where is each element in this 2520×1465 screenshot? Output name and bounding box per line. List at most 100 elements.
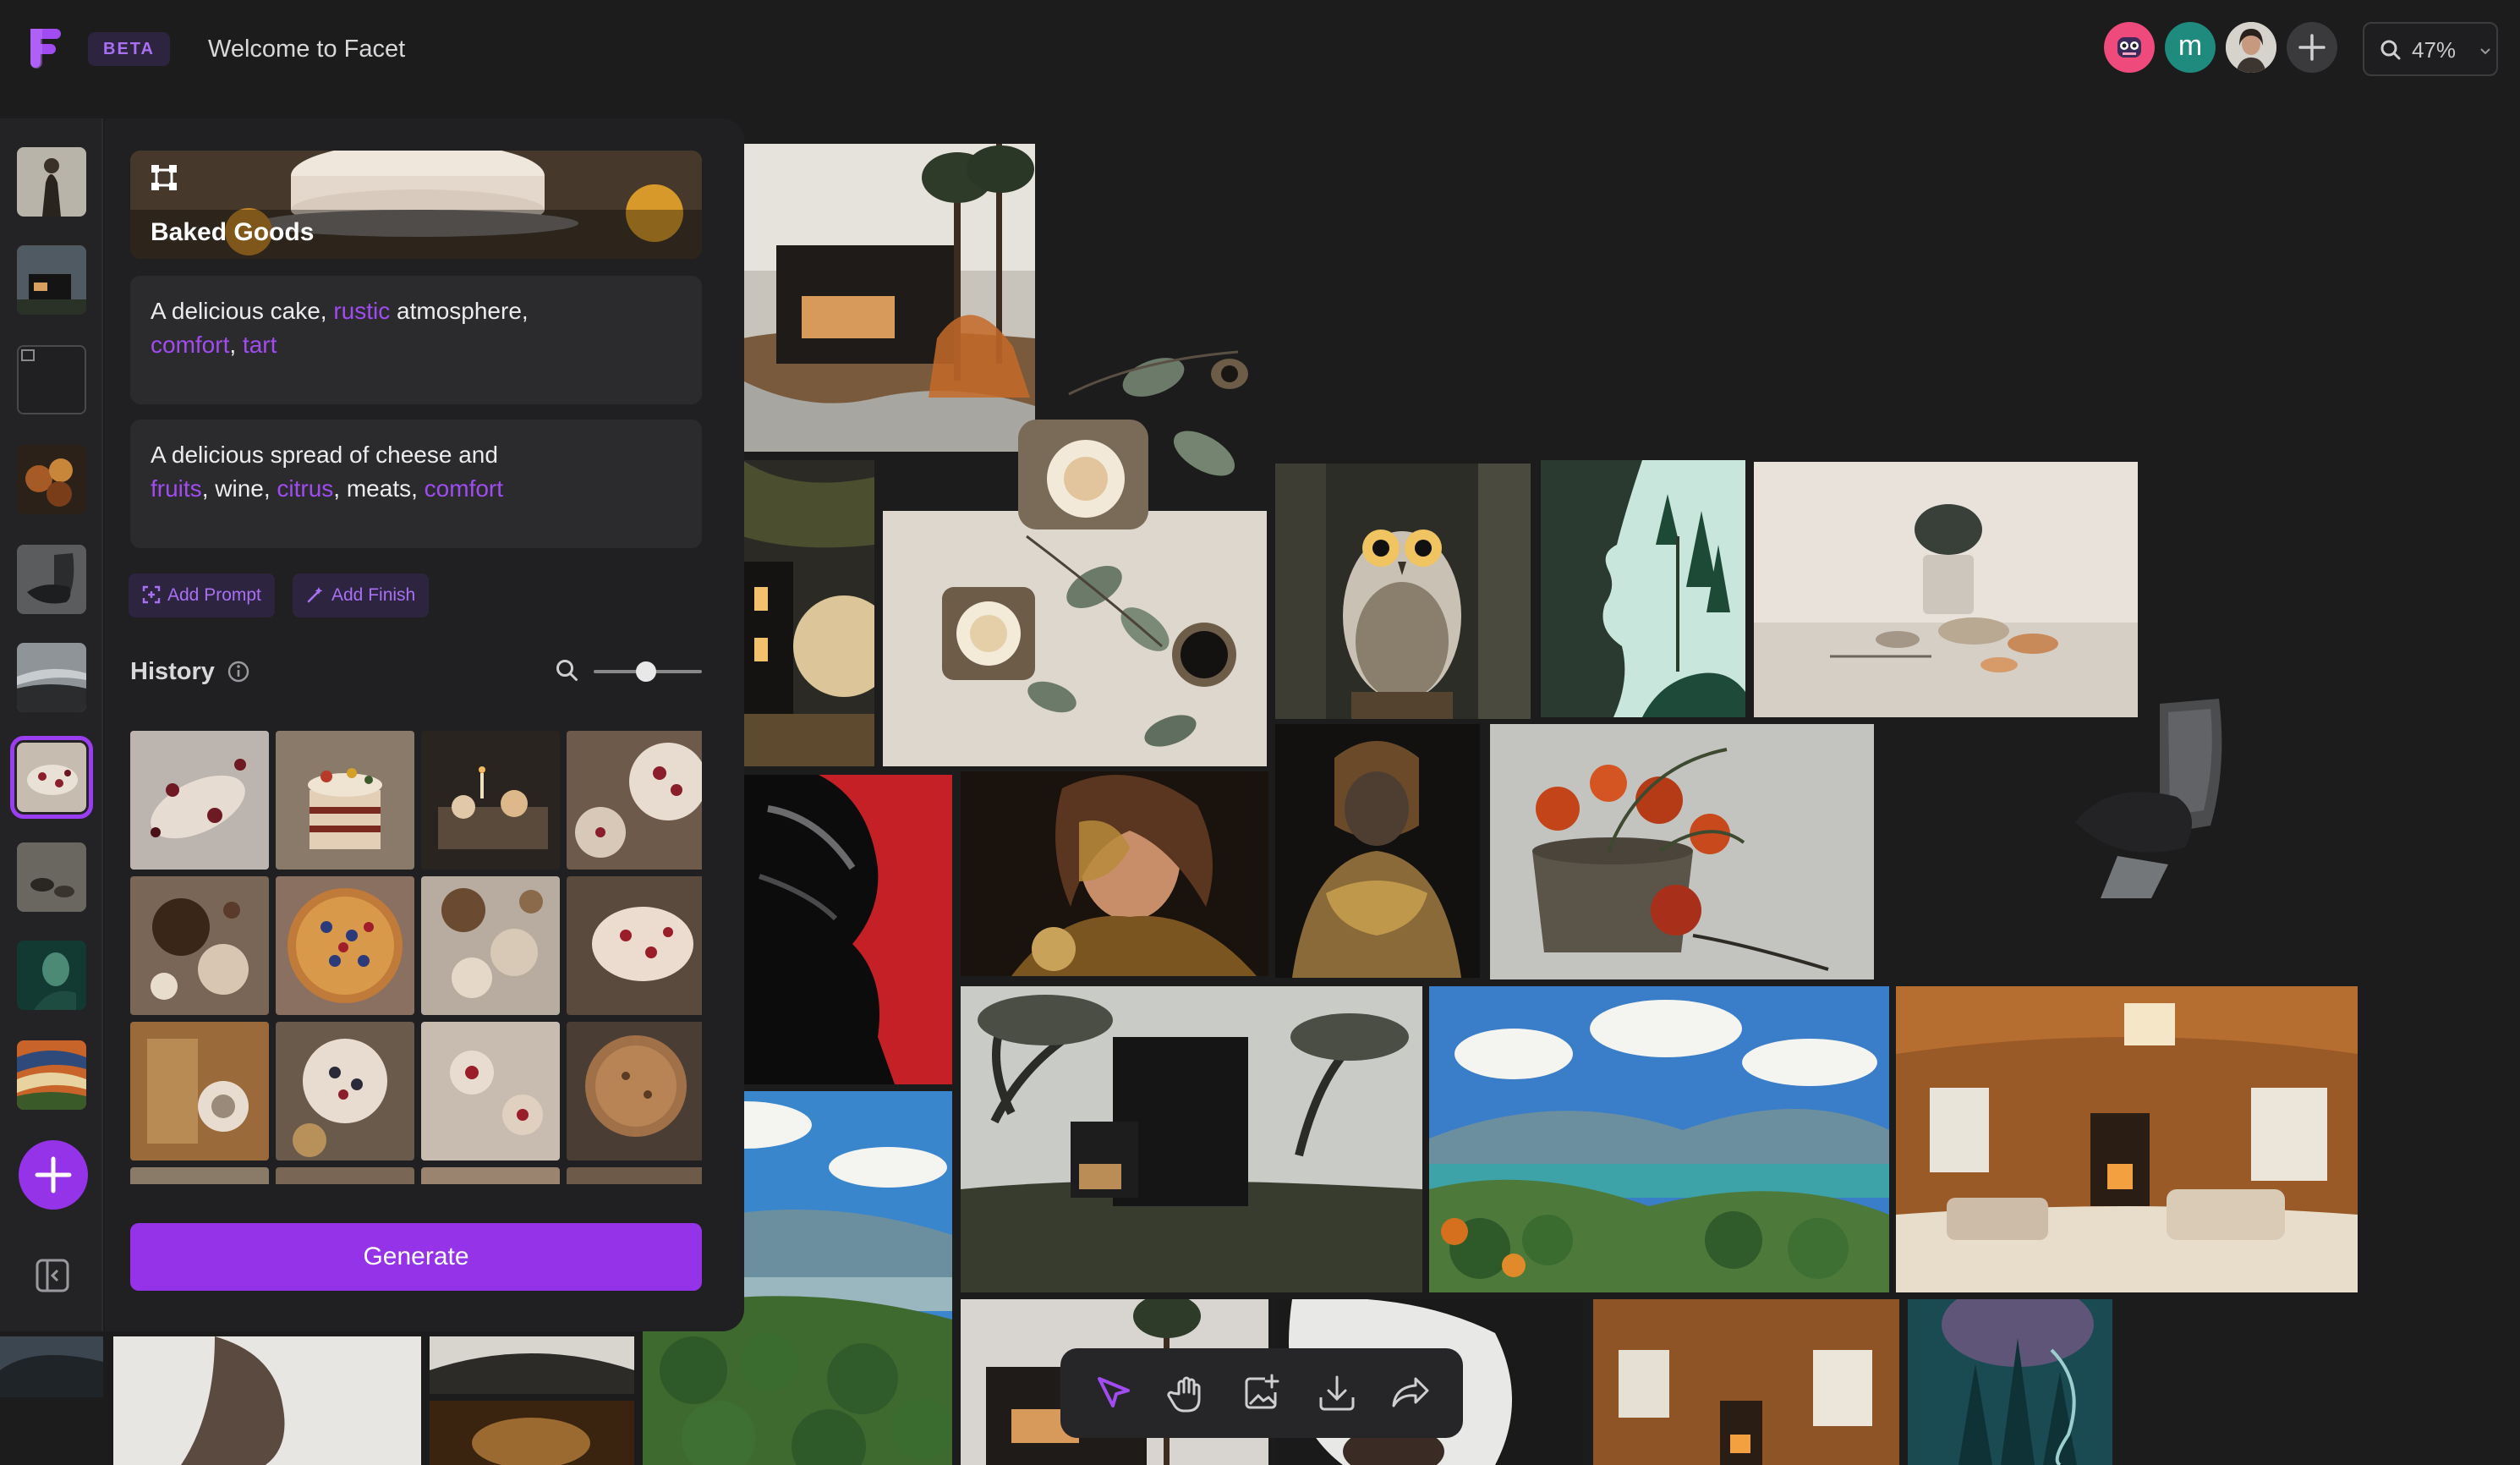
search-icon [2380, 40, 2401, 60]
prompt-keyword[interactable]: comfort [151, 332, 229, 358]
canvas-image-bronze-mask[interactable] [430, 1401, 634, 1465]
prompt-segment: , meats, [333, 475, 425, 502]
rail-thumb-baked-goods[interactable] [10, 736, 93, 819]
add-collaborator-button[interactable] [2287, 22, 2337, 73]
history-thumb[interactable] [567, 876, 702, 1015]
canvas-image-flower-pot[interactable] [1490, 724, 1874, 979]
history-thumb[interactable] [130, 876, 269, 1015]
canvas-image-sculpture[interactable] [113, 1336, 421, 1465]
history-thumb[interactable] [276, 876, 414, 1015]
history-thumb[interactable] [130, 731, 269, 870]
plus-icon [35, 1156, 72, 1193]
history-thumb[interactable] [130, 1167, 269, 1184]
plus-icon [2298, 34, 2326, 61]
canvas-image-forest-face[interactable] [1908, 1299, 2112, 1465]
avatar-m[interactable]: m [2165, 22, 2216, 73]
avatar-pink[interactable] [2104, 22, 2155, 73]
rail-thumb-colorful-landscape[interactable] [17, 1040, 86, 1110]
workspace-header[interactable]: Baked Goods [130, 151, 702, 259]
history-heading: History [130, 658, 215, 685]
canvas-image-lake-landscape[interactable] [1429, 986, 1889, 1292]
beta-badge: BETA [88, 32, 170, 66]
prompt-keyword[interactable]: comfort [425, 475, 503, 502]
canvas-image-cabin-interior[interactable] [1896, 986, 2358, 1292]
canvas-image-cabin-interior-2[interactable] [1593, 1299, 1899, 1465]
prompt-segment: A delicious cake, [151, 298, 334, 324]
download-icon[interactable] [1314, 1370, 1360, 1416]
prompt-segment: , [229, 332, 243, 358]
canvas-image-chrome-helmet[interactable] [742, 775, 952, 1084]
history-thumb[interactable] [567, 1167, 702, 1184]
search-icon[interactable] [555, 658, 580, 683]
add-finish-button[interactable]: Add Finish [293, 573, 430, 617]
canvas-image-ornate-woman[interactable] [961, 771, 1268, 976]
thumbnail-size-slider[interactable] [594, 661, 702, 682]
history-thumb[interactable] [130, 1022, 269, 1160]
prompt-keyword[interactable]: tart [243, 332, 277, 358]
history-grid [130, 731, 702, 1184]
rail-thumb-green-portrait[interactable] [17, 941, 86, 1010]
canvas-image-forest-house[interactable] [742, 144, 1035, 452]
prompt-text: A delicious spread of cheese and fruits,… [151, 442, 503, 502]
history-thumb[interactable] [421, 1167, 560, 1184]
page-title: Welcome to Facet [208, 36, 406, 63]
history-thumb[interactable] [421, 731, 560, 870]
prompt-keyword[interactable]: rustic [333, 298, 390, 324]
history-thumb[interactable] [567, 731, 702, 870]
info-icon[interactable] [227, 660, 250, 683]
history-thumb[interactable] [276, 1022, 414, 1160]
rail-thumb-armor-figure[interactable] [17, 147, 86, 217]
avatar-photo[interactable] [2226, 22, 2276, 73]
prompt-card-1[interactable]: A delicious cake, rustic atmosphere, com… [130, 276, 702, 404]
hand-pan-icon[interactable] [1165, 1370, 1211, 1416]
generate-button[interactable]: Generate [130, 1223, 702, 1291]
rail-thumb-chair[interactable] [17, 545, 86, 614]
add-prompt-label: Add Prompt [167, 585, 261, 605]
rail-thumb-broken-image[interactable] [17, 345, 86, 414]
frame-icon [151, 165, 177, 190]
chevron-down-icon [2480, 48, 2490, 55]
slider-knob[interactable] [636, 661, 656, 682]
canvas-image-forest-profile[interactable] [1541, 460, 1745, 717]
canvas-image-armored-warrior[interactable] [1275, 724, 1480, 978]
select-arrow-icon[interactable] [1091, 1370, 1137, 1416]
add-prompt-icon [142, 585, 161, 604]
canvas-image-trees-fog[interactable] [430, 1336, 634, 1394]
sidebar-collapse-icon[interactable] [34, 1257, 71, 1294]
canvas-image-rocky-coast[interactable] [0, 1336, 103, 1397]
prompt-segment: atmosphere, [390, 298, 529, 324]
zoom-value: 47% [2412, 37, 2457, 63]
prompt-segment: A delicious spread of cheese and [151, 442, 498, 468]
canvas-image-lounge-chair[interactable] [2067, 695, 2232, 900]
prompt-segment: , wine, [201, 475, 277, 502]
canvas-image-coffee-flatlay[interactable] [883, 511, 1267, 766]
canvas-image-sunset-house[interactable] [742, 460, 874, 766]
add-finish-label: Add Finish [331, 585, 416, 605]
history-thumb[interactable] [276, 1167, 414, 1184]
add-image-icon[interactable] [1240, 1370, 1285, 1416]
rail-thumb-black-house[interactable] [17, 245, 86, 315]
history-thumb[interactable] [276, 731, 414, 870]
magic-wand-icon [307, 587, 323, 603]
prompt-text: A delicious cake, rustic atmosphere, com… [151, 298, 529, 358]
zoom-control[interactable]: 47% [2363, 22, 2498, 76]
rail-thumb-fruit-still-life[interactable] [17, 445, 86, 514]
canvas-image-misty-house[interactable] [961, 986, 1422, 1292]
add-prompt-button[interactable]: Add Prompt [129, 573, 275, 617]
rail-thumb-desert-dogs[interactable] [17, 842, 86, 912]
share-icon[interactable] [1389, 1370, 1434, 1416]
history-thumb[interactable] [421, 1022, 560, 1160]
workspace-title: Baked Goods [151, 218, 315, 246]
canvas-toolbar [1060, 1348, 1463, 1438]
history-thumb[interactable] [567, 1022, 702, 1160]
prompt-keyword[interactable]: fruits [151, 475, 202, 502]
canvas-image-kitchen-still-life[interactable] [1754, 462, 2138, 717]
prompt-keyword[interactable]: citrus [277, 475, 333, 502]
facet-logo-icon[interactable] [24, 24, 64, 69]
canvas-image-owl[interactable] [1275, 464, 1531, 719]
add-workspace-button[interactable] [19, 1140, 88, 1210]
canvas-image-cup-cutout[interactable] [1018, 335, 1272, 529]
rail-thumb-foggy-landscape[interactable] [17, 643, 86, 712]
prompt-card-2[interactable]: A delicious spread of cheese and fruits,… [130, 420, 702, 548]
history-thumb[interactable] [421, 876, 560, 1015]
